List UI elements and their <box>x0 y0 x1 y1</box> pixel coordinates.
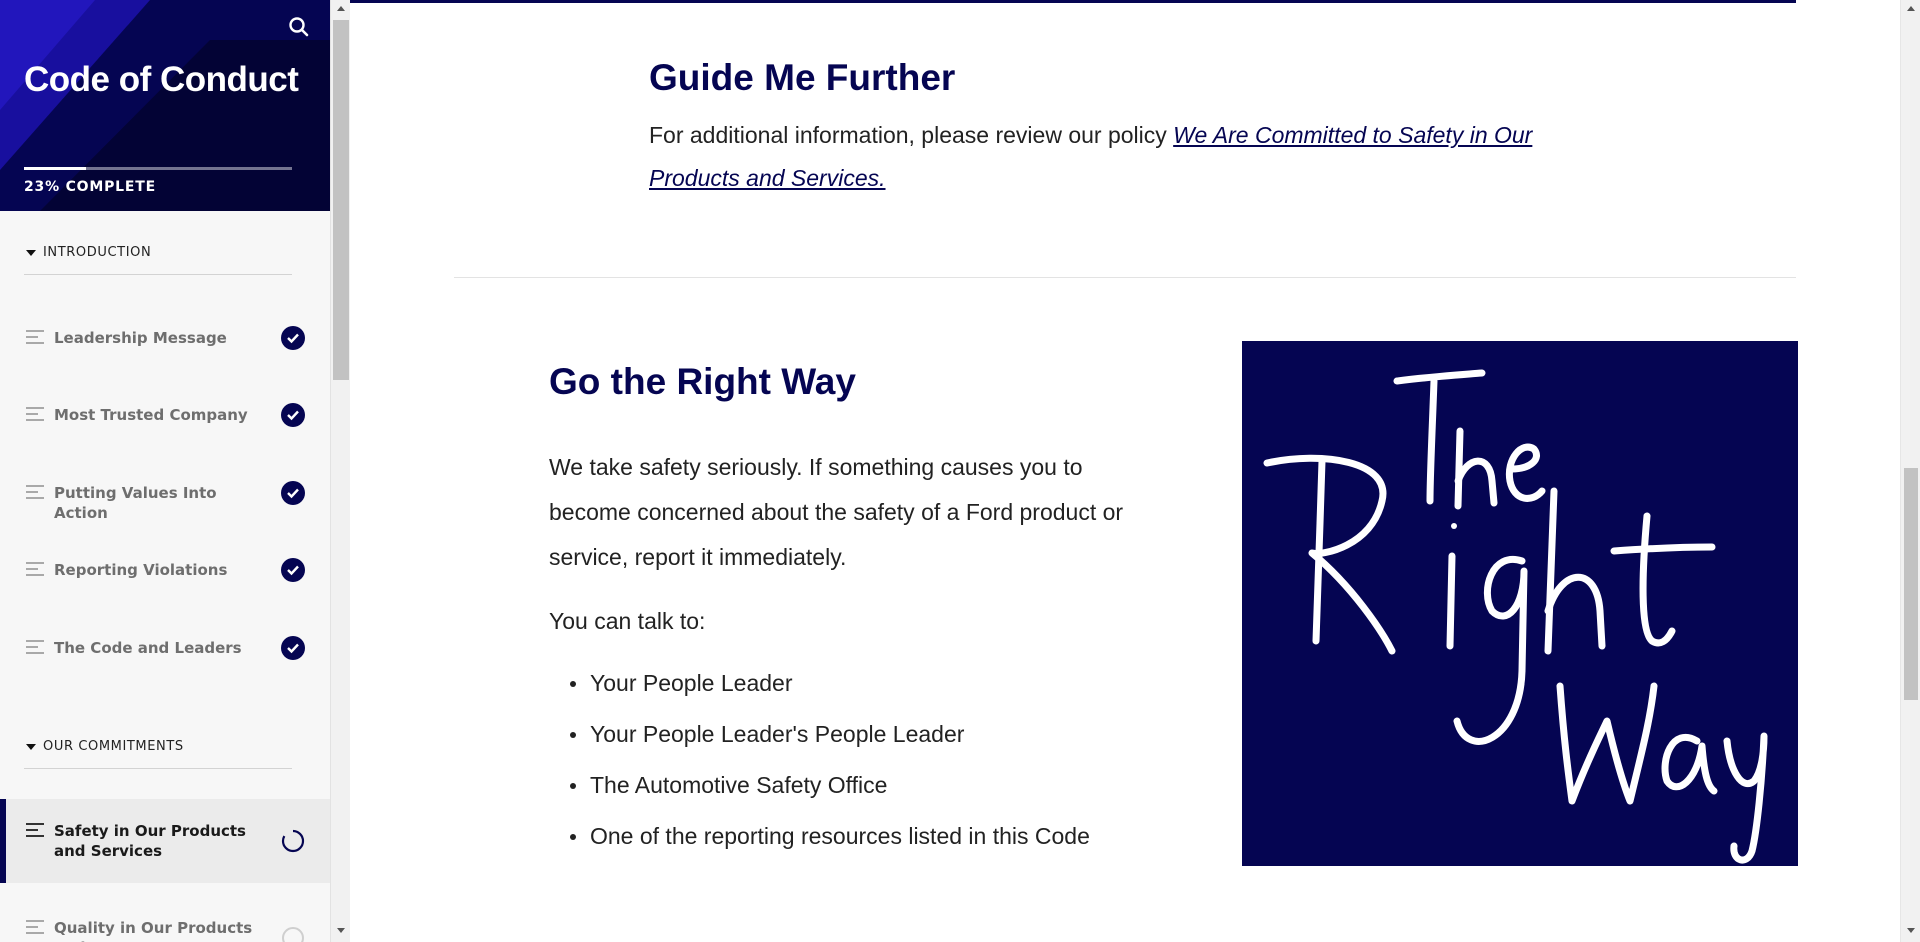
lesson-reporting-violations[interactable]: Reporting Violations <box>0 532 330 609</box>
guide-paragraph: For additional information, please revie… <box>649 114 1549 200</box>
scroll-down-icon[interactable] <box>1907 928 1915 933</box>
search-icon <box>289 17 309 37</box>
check-icon <box>281 558 305 582</box>
top-rule <box>350 0 1796 3</box>
active-indicator <box>0 799 6 883</box>
progress-bar <box>24 167 292 170</box>
section-label: OUR COMMITMENTS <box>43 739 184 754</box>
list-item: Your People Leader <box>549 666 1090 717</box>
scroll-up-icon[interactable] <box>1907 6 1915 11</box>
lesson-most-trusted-company[interactable]: Most Trusted Company <box>0 377 330 454</box>
go-right-way-paragraph: We take safety seriously. If something c… <box>549 454 1124 570</box>
go-right-way-heading: Go the Right Way <box>549 361 856 402</box>
check-icon <box>281 326 305 350</box>
check-icon <box>281 636 305 660</box>
caret-down-icon <box>26 250 36 256</box>
lesson-lines-icon <box>26 330 44 344</box>
lesson-title: Most Trusted Company <box>54 406 248 424</box>
check-icon <box>281 403 305 427</box>
lesson-lines-icon <box>26 823 44 837</box>
lesson-the-code-and-leaders[interactable]: The Code and Leaders <box>0 610 330 687</box>
lesson-lines-icon <box>26 562 44 576</box>
lesson-title: Leadership Message <box>54 329 227 347</box>
talk-to-list: Your People Leader Your People Leader's … <box>549 666 1090 870</box>
search-button[interactable] <box>286 14 312 40</box>
lesson-safety-in-our-products[interactable]: Safety in Our Products and Services <box>0 799 330 883</box>
scrollbar-thumb[interactable] <box>333 20 349 380</box>
list-item: The Automotive Safety Office <box>549 768 1090 819</box>
talk-to-label: You can talk to: <box>549 608 706 634</box>
course-title: Code of Conduct <box>24 60 299 99</box>
lesson-lines-icon <box>26 640 44 654</box>
scrollbar-thumb[interactable] <box>1904 468 1918 700</box>
sidebar: Code of Conduct 23% COMPLETE INTRODUCTIO… <box>0 0 330 942</box>
scroll-down-icon[interactable] <box>337 928 345 933</box>
list-item: Your People Leader's People Leader <box>549 717 1090 768</box>
list-item: One of the reporting resources listed in… <box>549 819 1090 870</box>
the-right-way-logo <box>1263 369 1768 864</box>
lesson-lines-icon <box>26 407 44 421</box>
progress-bar-fill <box>24 167 86 170</box>
guide-heading: Guide Me Further <box>649 57 956 98</box>
scroll-up-icon[interactable] <box>337 6 345 11</box>
lesson-quality-in-our-products[interactable]: Quality in Our Products and <box>0 900 330 942</box>
section-header-introduction[interactable]: INTRODUCTION <box>24 239 292 275</box>
sidebar-scrollbar[interactable] <box>330 0 350 942</box>
main-scrollbar[interactable] <box>1900 0 1920 942</box>
empty-ring-icon <box>282 927 304 942</box>
lesson-putting-values-into-action[interactable]: Putting Values Into Action <box>0 455 330 532</box>
section-divider <box>454 277 1796 278</box>
lesson-title: Putting Values Into Action <box>54 484 217 522</box>
the-right-way-image <box>1242 341 1798 866</box>
lesson-title: Safety in Our Products and Services <box>54 822 246 860</box>
section-label: INTRODUCTION <box>43 245 152 260</box>
progress-label: 23% COMPLETE <box>24 179 156 195</box>
lesson-lines-icon <box>26 485 44 499</box>
sidebar-header: Code of Conduct 23% COMPLETE <box>0 0 330 211</box>
caret-down-icon <box>26 744 36 750</box>
section-header-our-commitments[interactable]: OUR COMMITMENTS <box>24 733 292 769</box>
check-icon <box>281 481 305 505</box>
lesson-leadership-message[interactable]: Leadership Message <box>0 300 330 377</box>
lesson-title: Quality in Our Products and <box>54 919 253 942</box>
lesson-title: The Code and Leaders <box>54 639 242 657</box>
lesson-title: Reporting Violations <box>54 561 228 579</box>
lesson-lines-icon <box>26 920 44 934</box>
progress-ring-icon <box>281 829 305 853</box>
guide-text: For additional information, please revie… <box>649 122 1174 148</box>
